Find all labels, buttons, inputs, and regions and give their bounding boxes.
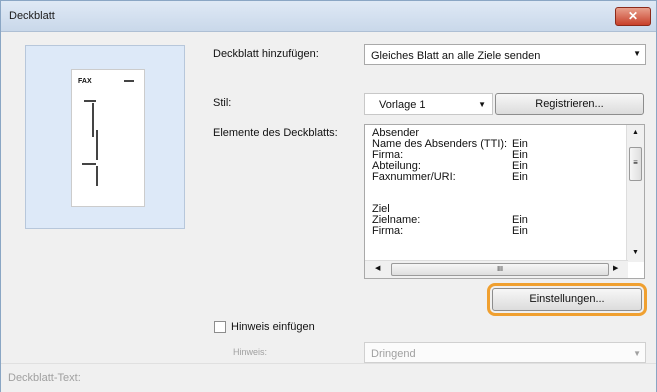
elements-label: Elemente des Deckblatts: — [213, 127, 338, 139]
cover-preview-panel: FAX — [25, 45, 185, 229]
list-item: Firma: Ein — [372, 225, 528, 237]
elements-listbox[interactable]: Absender Name des Absenders (TTI): Ein Fi… — [364, 124, 645, 279]
register-button[interactable]: Registrieren... — [495, 93, 644, 115]
cover-text-label: Deckblatt-Text: — [8, 372, 81, 384]
close-button[interactable]: ✕ — [615, 7, 651, 26]
dropdown-arrow-icon: ▼ — [633, 49, 641, 58]
vertical-scroll-thumb[interactable]: ≡ — [629, 147, 642, 181]
preview-line — [124, 80, 134, 82]
settings-button[interactable]: Einstellungen... — [492, 288, 642, 311]
preview-page: FAX — [71, 69, 145, 207]
scroll-left-icon[interactable]: ◀ — [375, 264, 380, 272]
add-cover-dropdown[interactable]: Gleiches Blatt an alle Ziele senden ▼ — [364, 44, 646, 65]
preview-fax-text: FAX — [78, 78, 92, 85]
preview-line — [84, 100, 96, 102]
scroll-right-icon[interactable]: ▶ — [613, 264, 618, 272]
note-value: Dringend — [371, 348, 416, 360]
cover-dialog-window: Deckblatt ✕ FAX Deckblatt hinzufügen: Gl… — [0, 0, 657, 392]
bottom-bar: Deckblatt-Text: — [1, 363, 656, 392]
add-cover-label: Deckblatt hinzufügen: — [213, 48, 319, 60]
preview-line — [82, 163, 96, 165]
preview-line — [96, 166, 98, 186]
note-checkbox[interactable] — [214, 321, 226, 333]
vertical-scrollbar[interactable]: ▲ ≡ ▼ — [626, 125, 644, 262]
style-label: Stil: — [213, 97, 232, 109]
horizontal-scrollbar[interactable]: ◀ III ▶ — [365, 260, 628, 278]
style-dropdown[interactable]: Vorlage 1 ▼ — [364, 93, 493, 115]
scroll-up-icon[interactable]: ▲ — [632, 129, 639, 136]
title-bar: Deckblatt ✕ — [1, 1, 656, 32]
preview-line — [96, 130, 98, 160]
dropdown-arrow-icon: ▼ — [633, 349, 641, 358]
note-dropdown[interactable]: Dringend ▼ — [364, 342, 646, 363]
note-checkbox-label[interactable]: Hinweis einfügen — [231, 321, 315, 333]
style-value: Vorlage 1 — [379, 99, 426, 111]
dropdown-arrow-icon: ▼ — [478, 100, 486, 109]
note-label: Hinweis: — [233, 347, 268, 357]
scroll-down-icon[interactable]: ▼ — [632, 249, 639, 256]
preview-line — [92, 103, 94, 137]
horizontal-scroll-thumb[interactable]: III — [391, 263, 609, 276]
add-cover-value: Gleiches Blatt an alle Ziele senden — [371, 50, 541, 62]
list-item — [372, 183, 512, 194]
list-item: Faxnummer/URI: Ein — [372, 171, 528, 183]
window-title: Deckblatt — [9, 10, 55, 22]
